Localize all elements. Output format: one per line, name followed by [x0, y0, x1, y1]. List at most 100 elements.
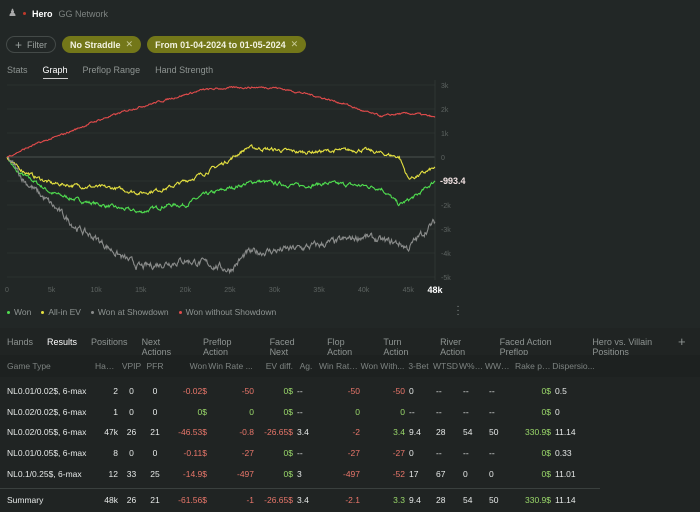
results-graph: 3k2k1k0-1k-2k-3k-4k-5k-993.4 — [6, 80, 466, 282]
table-row[interactable]: NL0.02/0.05$, 6-max 47k 26 21 -46.53$ -0.8 -26… — [7, 422, 596, 442]
table-row[interactable]: NL0.02/0.02$, 6-max 1 0 0 0$ 0 0$ -- 0 0 -- -- -- -- 0… — [7, 402, 596, 422]
column-header[interactable]: Game Type — [7, 361, 95, 371]
cell: 47k — [104, 427, 118, 438]
table-row[interactable]: NL0.1/0.25$, 6-max 12 33 25 -14.9$ -497 0$ 3 -49… — [7, 464, 596, 484]
cell: 0 — [152, 406, 158, 417]
cell: 0$ — [541, 448, 551, 459]
column-header[interactable]: VPIP — [118, 361, 145, 371]
cell: -26.65$ — [264, 495, 293, 505]
cell: 11.14 — [555, 427, 576, 438]
cell: 3 — [297, 468, 302, 479]
cell: 11.01 — [555, 468, 576, 479]
cell: NL0.1/0.25$, 6-max — [7, 468, 82, 479]
breadcrumb: ♟ Hero GG Network — [8, 8, 108, 19]
x-tick-label: 0 — [5, 287, 9, 294]
cell: 9.4 — [409, 427, 421, 438]
cell: 0 — [409, 386, 414, 396]
filter-chip-date-range[interactable]: From 01-04-2024 to 01-05-2024 ✕ — [147, 36, 307, 53]
tab-preflop-range[interactable]: Preflop Range — [83, 65, 141, 79]
x-tick-label: 20k — [179, 287, 191, 294]
y-tick-label: 0 — [441, 155, 445, 162]
x-tick-label: 30k — [268, 287, 281, 294]
cell: -- — [463, 448, 469, 459]
cell: -50 — [392, 386, 405, 396]
cell: 0 — [249, 406, 254, 417]
y-tick-label: -5k — [441, 275, 451, 282]
more-options-icon[interactable]: · · · — [456, 302, 460, 320]
cell: -- — [489, 448, 495, 459]
cell: 9.4 — [409, 495, 421, 505]
cell: 0$ — [541, 386, 551, 396]
close-icon[interactable]: ✕ — [126, 39, 134, 50]
column-header[interactable]: Dispersio... — [551, 361, 596, 371]
cell: 21 — [150, 427, 160, 438]
y-tick-label: 2k — [441, 107, 449, 114]
tab-hand-strength[interactable]: Hand Strength — [155, 65, 213, 79]
legend-item-won-at-showdown[interactable]: Won at Showdown — [90, 307, 169, 317]
column-header[interactable]: W%SD — [459, 361, 485, 371]
tab-graph[interactable]: Graph — [42, 65, 68, 79]
cell: 33 — [126, 468, 137, 479]
y-tick-label: 1k — [441, 131, 449, 138]
y-tick-label: -4k — [441, 251, 451, 258]
add-tab-button[interactable]: + — [678, 334, 686, 349]
cell: -27 — [347, 448, 360, 459]
cell: 0 — [555, 406, 560, 417]
column-header[interactable]: 3-Bet — [405, 361, 432, 371]
table-row[interactable]: NL0.01/0.05$, 6-max 8 0 0 -0.11$ -27 0$ -- -27 -2… — [7, 443, 596, 463]
cell: 2 — [113, 386, 118, 396]
column-header[interactable]: Ag. — [293, 361, 319, 371]
cell: -27 — [241, 448, 254, 459]
filter-chip-no-straddle[interactable]: No Straddle ✕ — [62, 36, 142, 53]
legend-item-all-in-ev[interactable]: All-in EV — [41, 307, 81, 317]
column-header[interactable]: Win Rate, ... — [319, 361, 360, 371]
table-row[interactable]: NL0.01/0.02$, 6-max 2 0 0 -0.02$ -50 0$ -- -50 -5… — [7, 381, 596, 401]
cell: 3.4 — [297, 495, 309, 505]
cell: 54 — [463, 495, 473, 505]
x-tick-label: 10k — [90, 287, 102, 294]
tab-stats[interactable]: Stats — [7, 65, 28, 79]
column-header[interactable]: Rake paid — [515, 361, 551, 371]
column-header[interactable]: WWSF% — [485, 361, 515, 371]
column-header[interactable]: Won With... — [360, 361, 405, 371]
cell: -- — [463, 386, 469, 396]
cell: 0$ — [541, 468, 551, 479]
cell: NL0.02/0.05$, 6-max — [7, 427, 87, 438]
cell: -- — [489, 386, 495, 396]
column-header[interactable]: Hands — [95, 361, 118, 371]
cell: 0 — [152, 448, 158, 459]
x-tick-label: 25k — [224, 287, 236, 294]
add-filter-button[interactable]: + Filter — [6, 36, 57, 53]
cell: -497 — [236, 468, 254, 479]
x-tick-label: 35k — [313, 287, 325, 294]
legend-item-won[interactable]: Won — [7, 307, 31, 317]
view-tabs: Stats Graph Preflop Range Hand Strength — [7, 65, 213, 79]
close-icon[interactable]: ✕ — [291, 39, 299, 50]
cell: -50 — [347, 386, 360, 396]
plus-icon: + — [15, 37, 23, 52]
column-header[interactable]: EV diff. — [254, 361, 293, 371]
cell: 0 — [129, 386, 134, 396]
cell: 1 — [113, 406, 118, 417]
y-tick-label: -3k — [441, 227, 451, 234]
column-header[interactable]: Win Rate ... — [207, 361, 254, 371]
cell: -1 — [246, 495, 254, 505]
cell: -52 — [392, 468, 405, 479]
cell: 25 — [150, 468, 160, 479]
column-header[interactable]: WTSD — [432, 361, 459, 371]
cell: 0.5 — [555, 386, 567, 396]
column-header[interactable]: PFR — [145, 361, 165, 371]
cell: -- — [409, 406, 415, 417]
column-header[interactable]: Won — [165, 361, 207, 371]
cell: 0$ — [283, 406, 293, 417]
cell: -61.56$ — [178, 495, 207, 505]
summary-row[interactable]: Summary 48k 26 21 -61.56$ -1 -26.65$ 3.4 -2.1 3.3… — [7, 490, 596, 510]
cell: 67 — [436, 468, 446, 479]
legend-item-won-without-showdown[interactable]: Won without Showdown — [178, 307, 276, 317]
cell: -- — [297, 386, 303, 396]
cell: 0$ — [283, 448, 293, 459]
cell: 330.9$ — [525, 495, 551, 505]
cell: 21 — [150, 495, 160, 505]
legend: Won All-in EV Won at Showdown Won withou… — [7, 307, 276, 317]
cell: -50 — [241, 386, 254, 396]
